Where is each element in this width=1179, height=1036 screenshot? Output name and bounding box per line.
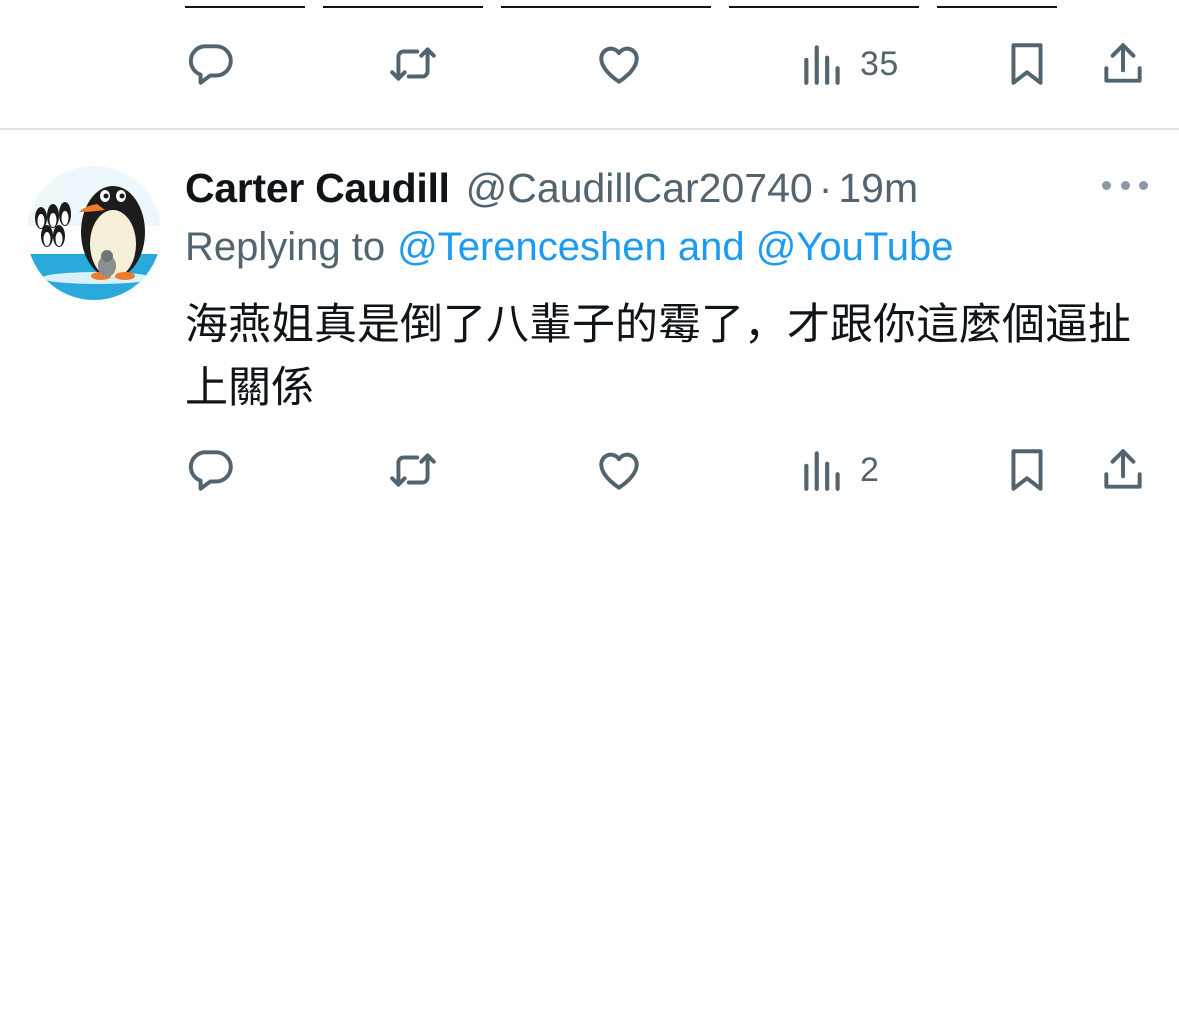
more-options-button[interactable]: [1102, 168, 1148, 202]
retweet-button[interactable]: [388, 34, 438, 94]
reply-button[interactable]: [186, 440, 236, 500]
views-count: 2: [860, 450, 880, 489]
share-button[interactable]: [1098, 440, 1148, 500]
previous-tweet-text-cropped: [185, 0, 1085, 8]
like-button[interactable]: [594, 440, 644, 500]
tweet-text: 海燕姐真是倒了八輩子的霉了，才跟你這麼個逼扯上關係: [185, 300, 1131, 413]
author-name[interactable]: Carter Caudill: [185, 165, 450, 212]
retweet-icon: [390, 453, 436, 487]
tweet-actions: 2: [0, 440, 1179, 500]
bookmark-icon: [1011, 43, 1043, 85]
replying-to-users-link[interactable]: @Terenceshen and @YouTube: [397, 225, 953, 270]
penguin-avatar-image: [27, 166, 161, 300]
reply-button[interactable]: [186, 34, 236, 94]
avatar[interactable]: [27, 166, 161, 300]
retweet-icon: [390, 47, 436, 81]
author-handle[interactable]: @CaudillCar20740: [466, 165, 813, 212]
tweet-timestamp[interactable]: 19m: [838, 165, 918, 212]
retweet-button[interactable]: [388, 440, 438, 500]
share-button[interactable]: [1098, 34, 1148, 94]
like-icon: [599, 46, 639, 84]
like-button[interactable]: [594, 34, 644, 94]
share-icon: [1104, 449, 1142, 489]
tweet-divider: [0, 128, 1179, 130]
more-icon: [1102, 180, 1111, 190]
replying-to-label: Replying to: [185, 224, 386, 269]
bookmark-button[interactable]: [1002, 34, 1052, 94]
timeline: 35 Carter Caudill @CaudillCar20740 · 19m…: [0, 0, 1179, 1036]
bookmark-button[interactable]: [1002, 440, 1052, 500]
views-icon: [804, 45, 840, 85]
views-button[interactable]: 35: [798, 34, 899, 94]
views-button[interactable]: 2: [798, 440, 879, 500]
previous-tweet-actions: 35: [0, 34, 1179, 94]
reply-icon: [188, 450, 233, 491]
views-count: 35: [860, 44, 899, 83]
replying-to: Replying to @Terenceshen and @YouTube: [185, 220, 954, 274]
share-icon: [1104, 43, 1142, 83]
like-icon: [599, 452, 639, 490]
views-icon: [804, 451, 840, 491]
separator-dot: ·: [818, 164, 833, 211]
tweet-header: Carter Caudill @CaudillCar20740 · 19m: [185, 160, 918, 216]
reply-icon: [188, 44, 233, 85]
bookmark-icon: [1011, 449, 1043, 491]
